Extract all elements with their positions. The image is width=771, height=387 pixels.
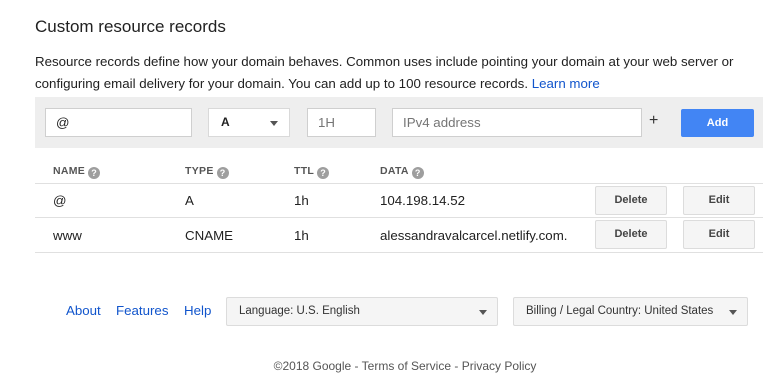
row-type: A <box>185 193 194 208</box>
terms-link[interactable]: Terms of Service <box>362 359 451 373</box>
language-select-value: Language: U.S. English <box>239 305 360 317</box>
data-input[interactable]: IPv4 address <box>392 108 642 137</box>
header-type-label: TYPE <box>185 165 214 177</box>
type-select[interactable]: A <box>208 108 290 137</box>
add-record-bar: @ A 1H IPv4 address + Add <box>35 97 763 148</box>
separator: - <box>451 359 462 373</box>
header-type: TYPE? <box>185 165 229 179</box>
delete-button[interactable]: Delete <box>595 220 667 249</box>
header-data-label: DATA <box>380 165 409 177</box>
delete-button[interactable]: Delete <box>595 186 667 215</box>
divider <box>35 183 763 184</box>
page-title: Custom resource records <box>35 17 226 36</box>
header-ttl: TTL? <box>294 165 330 179</box>
help-icon[interactable]: ? <box>216 167 229 179</box>
header-name: NAME? <box>53 165 101 179</box>
help-icon[interactable]: ? <box>88 167 101 179</box>
help-icon[interactable]: ? <box>411 167 424 179</box>
description-text: Resource records define how your domain … <box>35 54 734 91</box>
chevron-down-icon <box>479 310 487 315</box>
copyright-line: ©2018 Google - Terms of Service - Privac… <box>0 359 771 373</box>
edit-button[interactable]: Edit <box>683 220 755 249</box>
ttl-input[interactable]: 1H <box>307 108 376 137</box>
row-name: www <box>53 228 82 243</box>
page-description: Resource records define how your domain … <box>35 51 755 95</box>
row-data: alessandravalcarcel.netlify.com. <box>380 228 568 243</box>
country-select[interactable]: Billing / Legal Country: United States <box>513 297 748 326</box>
edit-button[interactable]: Edit <box>683 186 755 215</box>
type-select-value: A <box>221 115 230 129</box>
language-select[interactable]: Language: U.S. English <box>226 297 498 326</box>
learn-more-link[interactable]: Learn more <box>532 76 600 91</box>
separator: - <box>351 359 362 373</box>
copyright-text: ©2018 Google <box>273 359 352 373</box>
header-ttl-label: TTL <box>294 165 315 177</box>
row-name: @ <box>53 193 67 208</box>
help-icon[interactable]: ? <box>317 167 330 179</box>
country-select-value: Billing / Legal Country: United States <box>526 305 714 317</box>
footer-link-about[interactable]: About <box>66 303 101 318</box>
divider <box>35 217 763 218</box>
add-button[interactable]: Add <box>681 109 754 137</box>
row-ttl: 1h <box>294 228 309 243</box>
privacy-link[interactable]: Privacy Policy <box>462 359 537 373</box>
row-ttl: 1h <box>294 193 309 208</box>
footer-link-help[interactable]: Help <box>184 303 211 318</box>
header-data: DATA? <box>380 165 424 179</box>
footer-link-features[interactable]: Features <box>116 303 168 318</box>
row-type: CNAME <box>185 228 234 243</box>
plus-icon[interactable]: + <box>649 112 658 130</box>
row-data: 104.198.14.52 <box>380 193 466 208</box>
divider <box>35 252 763 253</box>
header-name-label: NAME <box>53 165 86 177</box>
chevron-down-icon <box>729 310 737 315</box>
name-input[interactable]: @ <box>45 108 192 137</box>
chevron-down-icon <box>270 121 278 126</box>
